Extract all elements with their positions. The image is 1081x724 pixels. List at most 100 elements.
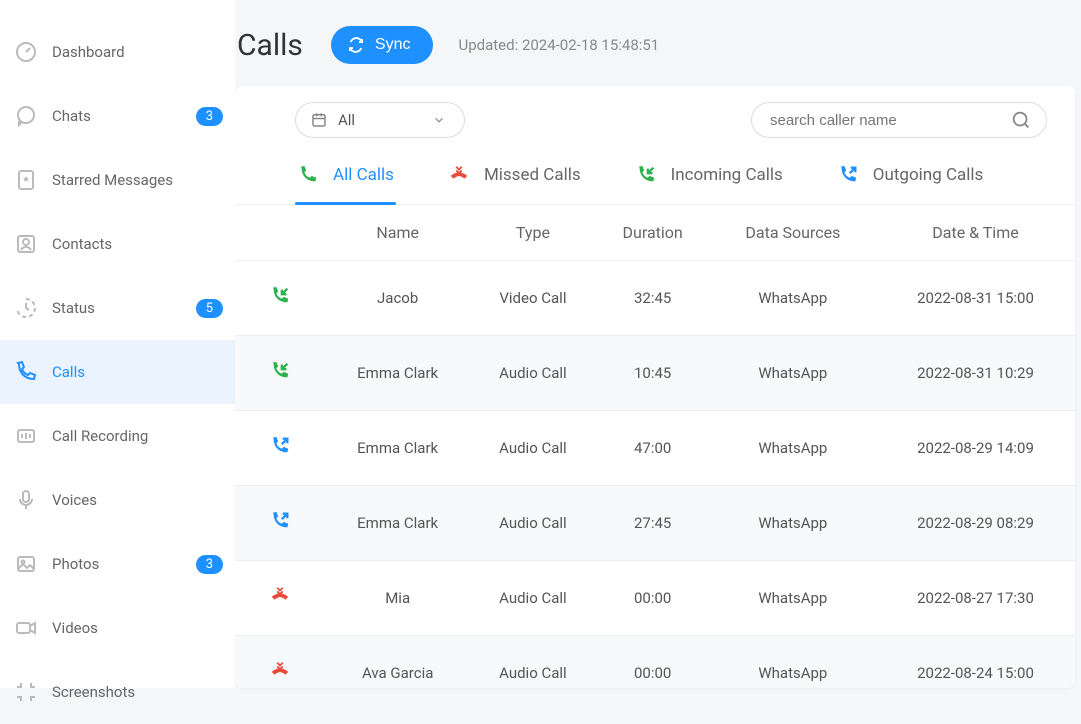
sidebar-item-label: Photos — [52, 555, 196, 573]
cell-source: WhatsApp — [710, 336, 876, 411]
table-row[interactable]: MiaAudio Call00:00WhatsApp2022-08-27 17:… — [235, 561, 1075, 636]
screenshot-icon — [14, 680, 38, 704]
source-filter-dropdown[interactable]: All — [295, 102, 465, 138]
updated-label: Updated: 2024-02-18 15:48:51 — [459, 36, 660, 54]
col-duration: Duration — [596, 205, 710, 261]
star-icon — [14, 168, 38, 192]
phone-missed-icon — [448, 164, 470, 186]
tab-incoming-calls[interactable]: Incoming Calls — [633, 150, 785, 204]
cell-name: Emma Clark — [325, 411, 470, 486]
sidebar-item-label: Starred Messages — [52, 171, 223, 189]
sidebar-item-label: Videos — [52, 619, 223, 637]
video-icon — [14, 616, 38, 640]
status-icon — [14, 296, 38, 320]
tab-missed-calls[interactable]: Missed Calls — [446, 150, 583, 204]
cell-name: Ava Garcia — [325, 636, 470, 689]
cell-duration: 27:45 — [596, 486, 710, 561]
calendar-icon — [310, 111, 328, 129]
sync-label: Sync — [375, 36, 411, 54]
tab-label: All Calls — [333, 165, 394, 185]
sidebar-item-dashboard[interactable]: Dashboard — [0, 20, 235, 84]
sidebar-item-recording[interactable]: Call Recording — [0, 404, 235, 468]
sidebar-item-label: Dashboard — [52, 43, 223, 61]
tab-all-calls[interactable]: All Calls — [295, 150, 396, 204]
sidebar-item-starred[interactable]: Starred Messages — [0, 148, 235, 212]
search-icon — [1010, 109, 1032, 131]
cell-datetime: 2022-08-24 15:00 — [876, 636, 1075, 689]
sidebar-item-photos[interactable]: Photos 3 — [0, 532, 235, 596]
cell-source: WhatsApp — [710, 561, 876, 636]
sidebar-item-videos[interactable]: Videos — [0, 596, 235, 660]
sidebar-item-contacts[interactable]: Contacts — [0, 212, 235, 276]
badge: 3 — [196, 107, 223, 126]
call-direction-outgoing-icon — [269, 510, 291, 532]
mic-icon — [14, 488, 38, 512]
sidebar-item-label: Chats — [52, 107, 196, 125]
cell-duration: 47:00 — [596, 411, 710, 486]
cell-source: WhatsApp — [710, 411, 876, 486]
sync-button[interactable]: Sync — [331, 26, 433, 64]
cell-type: Audio Call — [470, 486, 595, 561]
table-row[interactable]: Emma ClarkAudio Call10:45WhatsApp2022-08… — [235, 336, 1075, 411]
badge: 5 — [196, 299, 223, 318]
cell-datetime: 2022-08-31 10:29 — [876, 336, 1075, 411]
search-input[interactable] — [770, 112, 1010, 129]
phone-icon — [14, 360, 38, 384]
tab-label: Missed Calls — [484, 165, 581, 185]
call-direction-outgoing-icon — [269, 435, 291, 457]
table-row[interactable]: JacobVideo Call32:45WhatsApp2022-08-31 1… — [235, 261, 1075, 336]
cell-duration: 32:45 — [596, 261, 710, 336]
recording-icon — [14, 424, 38, 448]
sidebar-item-chats[interactable]: Chats 3 — [0, 84, 235, 148]
cell-name: Mia — [325, 561, 470, 636]
call-direction-incoming-icon — [269, 360, 291, 382]
call-tabs: All Calls Missed Calls Incoming Calls Ou… — [235, 148, 1075, 205]
cell-datetime: 2022-08-29 14:09 — [876, 411, 1075, 486]
header: Calls Sync Updated: 2024-02-18 15:48:51 — [235, 26, 1081, 64]
cell-datetime: 2022-08-31 15:00 — [876, 261, 1075, 336]
table-row[interactable]: Ava GarciaAudio Call00:00WhatsApp2022-08… — [235, 636, 1075, 689]
tab-outgoing-calls[interactable]: Outgoing Calls — [835, 150, 986, 204]
sidebar-item-label: Contacts — [52, 235, 223, 253]
sidebar-item-screenshots[interactable]: Screenshots — [0, 660, 235, 724]
dropdown-value: All — [338, 111, 355, 129]
cell-type: Audio Call — [470, 411, 595, 486]
sidebar-item-voices[interactable]: Voices — [0, 468, 235, 532]
call-direction-incoming-icon — [269, 285, 291, 307]
cell-source: WhatsApp — [710, 486, 876, 561]
table-row[interactable]: Emma ClarkAudio Call27:45WhatsApp2022-08… — [235, 486, 1075, 561]
col-name: Name — [325, 205, 470, 261]
table-row[interactable]: Emma ClarkAudio Call47:00WhatsApp2022-08… — [235, 411, 1075, 486]
search-box[interactable] — [751, 102, 1047, 138]
sidebar-item-label: Screenshots — [52, 683, 223, 701]
sidebar-item-status[interactable]: Status 5 — [0, 276, 235, 340]
main-content: Calls Sync Updated: 2024-02-18 15:48:51 … — [235, 0, 1081, 688]
cell-name: Emma Clark — [325, 336, 470, 411]
col-source: Data Sources — [710, 205, 876, 261]
calls-panel: All All Calls Missed Calls Incoming Call… — [235, 86, 1075, 688]
calls-table: Name Type Duration Data Sources Date & T… — [235, 205, 1075, 688]
col-datetime: Date & Time — [876, 205, 1075, 261]
dashboard-icon — [14, 40, 38, 64]
phone-outgoing-icon — [837, 164, 859, 186]
tab-label: Outgoing Calls — [873, 165, 984, 185]
sidebar-item-calls[interactable]: Calls — [0, 340, 235, 404]
sync-icon — [347, 36, 365, 54]
chat-icon — [14, 104, 38, 128]
cell-duration: 00:00 — [596, 561, 710, 636]
photo-icon — [14, 552, 38, 576]
tab-label: Incoming Calls — [671, 165, 783, 185]
cell-source: WhatsApp — [710, 261, 876, 336]
contacts-icon — [14, 232, 38, 256]
sidebar-item-label: Calls — [52, 363, 223, 381]
call-direction-missed-icon — [269, 585, 291, 607]
cell-source: WhatsApp — [710, 636, 876, 689]
cell-datetime: 2022-08-29 08:29 — [876, 486, 1075, 561]
cell-name: Emma Clark — [325, 486, 470, 561]
cell-type: Audio Call — [470, 636, 595, 689]
col-type: Type — [470, 205, 595, 261]
panel-controls: All — [235, 86, 1075, 148]
sidebar-item-label: Status — [52, 299, 196, 317]
phone-incoming-icon — [635, 164, 657, 186]
cell-type: Video Call — [470, 261, 595, 336]
